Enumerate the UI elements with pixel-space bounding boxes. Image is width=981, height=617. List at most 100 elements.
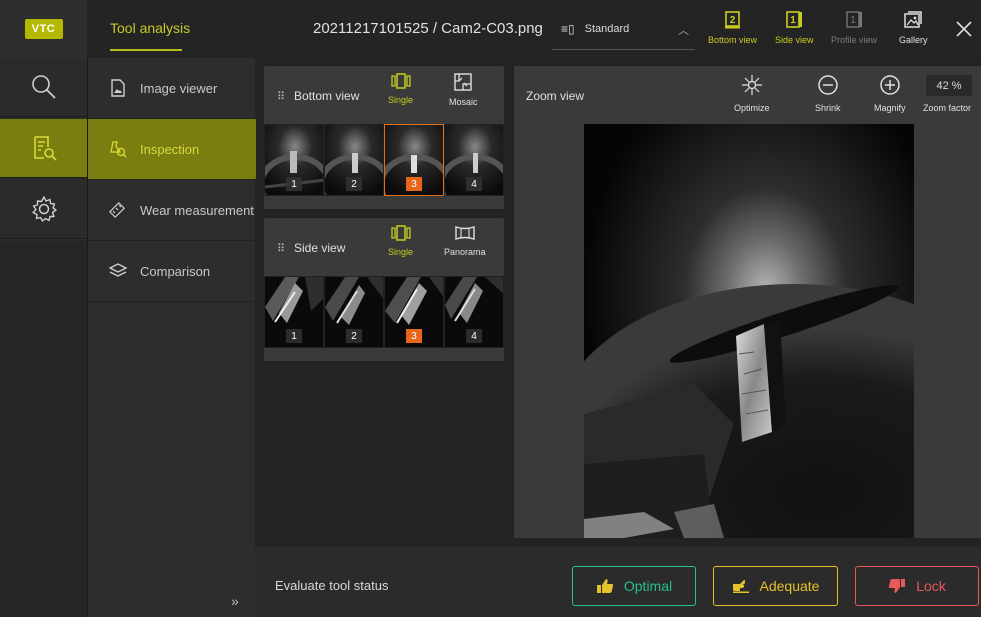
bottom-view-title: Bottom view bbox=[294, 89, 360, 103]
settings-gear-icon bbox=[31, 196, 57, 222]
ruler-icon bbox=[108, 201, 128, 219]
inspection-magnifier-icon bbox=[108, 140, 128, 158]
chevron-up-icon: ︿ bbox=[678, 25, 689, 37]
lock-label: Lock bbox=[916, 578, 946, 594]
side-view-panel: ⠿ Side view Single Panorama 1 2 3 4 bbox=[264, 218, 504, 361]
layout-dropdown[interactable]: ≡▯ Standard ︿ bbox=[552, 16, 695, 50]
side-view-title: Side view bbox=[294, 241, 346, 255]
logo-cell: VTC bbox=[0, 0, 87, 58]
zoom-factor-label: Zoom factor bbox=[923, 103, 972, 113]
image-file-icon bbox=[108, 79, 128, 97]
subnav-item-wear-measurement[interactable]: Wear measurement bbox=[88, 180, 256, 241]
thumbnail-number: 3 bbox=[406, 329, 422, 343]
subnav-item-comparison[interactable]: Comparison bbox=[88, 241, 256, 302]
subnav-item-label: Image viewer bbox=[140, 80, 218, 96]
nav-search[interactable] bbox=[0, 58, 87, 117]
optimal-button[interactable]: Optimal bbox=[572, 566, 696, 606]
collapse-sidebar-button[interactable]: » bbox=[231, 593, 239, 609]
bottom-thumbnail[interactable]: 2 bbox=[324, 124, 384, 196]
magnify-button[interactable]: Magnify bbox=[874, 74, 906, 113]
app-title-underline bbox=[110, 49, 182, 51]
svg-text:2: 2 bbox=[729, 15, 735, 26]
side-view-toggle[interactable]: 1 Side view bbox=[775, 10, 814, 54]
svg-text:1: 1 bbox=[790, 15, 796, 26]
thumbnail-number: 2 bbox=[346, 329, 362, 343]
left-nav bbox=[0, 58, 87, 617]
evaluation-bar: Evaluate tool status Optimal Adequate Lo… bbox=[255, 547, 981, 617]
lock-button[interactable]: Lock bbox=[855, 566, 979, 606]
mosaic-icon bbox=[454, 73, 472, 91]
file-name: 20211217101525 / Cam2-C03.png bbox=[313, 20, 543, 37]
gallery-button[interactable]: Gallery bbox=[899, 10, 928, 54]
nav-settings[interactable] bbox=[0, 180, 87, 239]
panorama-icon bbox=[455, 226, 475, 240]
evaluate-tool-status-label: Evaluate tool status bbox=[275, 578, 389, 593]
zoom-factor-value[interactable]: 42 % bbox=[926, 75, 972, 96]
bottom-view-single-mode[interactable]: Single bbox=[388, 72, 413, 105]
side-view-label: Side view bbox=[775, 35, 814, 45]
close-icon[interactable] bbox=[955, 20, 973, 38]
layout-icon: ≡▯ bbox=[561, 22, 575, 36]
side-view-single-mode[interactable]: Single bbox=[388, 224, 413, 257]
optimal-label: Optimal bbox=[623, 578, 673, 594]
thumbs-up-icon bbox=[596, 578, 614, 594]
drag-handle-icon[interactable]: ⠿ bbox=[277, 90, 285, 103]
nav-inspection[interactable] bbox=[0, 119, 87, 178]
hand-point-icon bbox=[732, 579, 750, 593]
side-view-header: ⠿ Side view Single Panorama bbox=[264, 218, 504, 276]
bottom-view-panel: ⠿ Bottom view Single Mosaic 1 2 3 4 bbox=[264, 66, 504, 209]
svg-text:1: 1 bbox=[850, 15, 856, 26]
top-bar: VTC Tool analysis 20211217101525 / Cam2-… bbox=[0, 0, 981, 58]
bottom-thumbnail[interactable]: 4 bbox=[444, 124, 504, 196]
adequate-label: Adequate bbox=[759, 578, 820, 594]
side-thumbnail[interactable]: 1 bbox=[264, 276, 324, 348]
thumbnail-number: 4 bbox=[466, 177, 482, 191]
optimize-button[interactable]: Optimize bbox=[734, 74, 770, 113]
adequate-button[interactable]: Adequate bbox=[713, 566, 838, 606]
drag-handle-icon[interactable]: ⠿ bbox=[277, 242, 285, 255]
gallery-icon bbox=[904, 11, 922, 28]
gallery-label: Gallery bbox=[899, 35, 928, 45]
subnav-item-inspection[interactable]: Inspection bbox=[88, 119, 256, 180]
side-view-thumbnails: 1 2 3 4 bbox=[264, 276, 504, 348]
bottom-view-thumbnails: 1 2 3 4 bbox=[264, 124, 504, 196]
side-thumbnail-selected[interactable]: 3 bbox=[384, 276, 444, 348]
bottom-view-label: Bottom view bbox=[708, 35, 758, 45]
side-thumbnail[interactable]: 4 bbox=[444, 276, 504, 348]
zoom-view-panel: Zoom view Optimize Shrink Magnify 42 % Z… bbox=[514, 66, 981, 538]
thumbnail-number: 2 bbox=[346, 177, 362, 191]
single-view-icon bbox=[390, 73, 411, 89]
bottom-view-toggle[interactable]: 2 Bottom view bbox=[708, 10, 757, 54]
search-icon bbox=[31, 75, 56, 99]
bottom-thumbnail-selected[interactable]: 3 bbox=[384, 124, 444, 196]
bottom-view-mosaic-mode[interactable]: Mosaic bbox=[449, 72, 478, 107]
bottom-thumbnail[interactable]: 1 bbox=[264, 124, 324, 196]
left-nav-fill bbox=[0, 241, 87, 617]
thumbnail-number: 1 bbox=[286, 329, 302, 343]
layout-dropdown-value: Standard bbox=[584, 23, 630, 35]
side-view-panorama-mode[interactable]: Panorama bbox=[444, 224, 486, 257]
zoom-image[interactable] bbox=[584, 124, 914, 538]
plus-circle-icon bbox=[880, 75, 900, 95]
app-title[interactable]: Tool analysis bbox=[110, 20, 190, 36]
thumbnail-number: 3 bbox=[406, 177, 422, 191]
profile-view-label: Profile view bbox=[831, 35, 878, 45]
profile-view-toggle[interactable]: 1 Profile view bbox=[831, 10, 877, 54]
shrink-button[interactable]: Shrink bbox=[815, 74, 841, 113]
thumbs-down-icon bbox=[888, 578, 906, 594]
subnav-item-label: Wear measurement bbox=[140, 202, 254, 218]
single-view-icon bbox=[390, 225, 411, 241]
sub-nav: Image viewer Inspection Wear measurement… bbox=[87, 58, 256, 617]
side-thumbnail[interactable]: 2 bbox=[324, 276, 384, 348]
vtc-logo: VTC bbox=[24, 19, 63, 39]
layers-icon bbox=[108, 263, 128, 279]
subnav-item-label: Comparison bbox=[140, 263, 211, 279]
minus-circle-icon bbox=[818, 75, 838, 95]
subnav-item-image-viewer[interactable]: Image viewer bbox=[88, 58, 256, 119]
bottom-view-header: ⠿ Bottom view Single Mosaic bbox=[264, 66, 504, 124]
thumbnail-number: 1 bbox=[286, 177, 302, 191]
profile-view-icon: 1 bbox=[846, 11, 862, 28]
bottom-view-icon: 2 bbox=[724, 11, 740, 29]
inspection-icon bbox=[33, 136, 57, 161]
subnav-item-label: Inspection bbox=[140, 141, 200, 157]
